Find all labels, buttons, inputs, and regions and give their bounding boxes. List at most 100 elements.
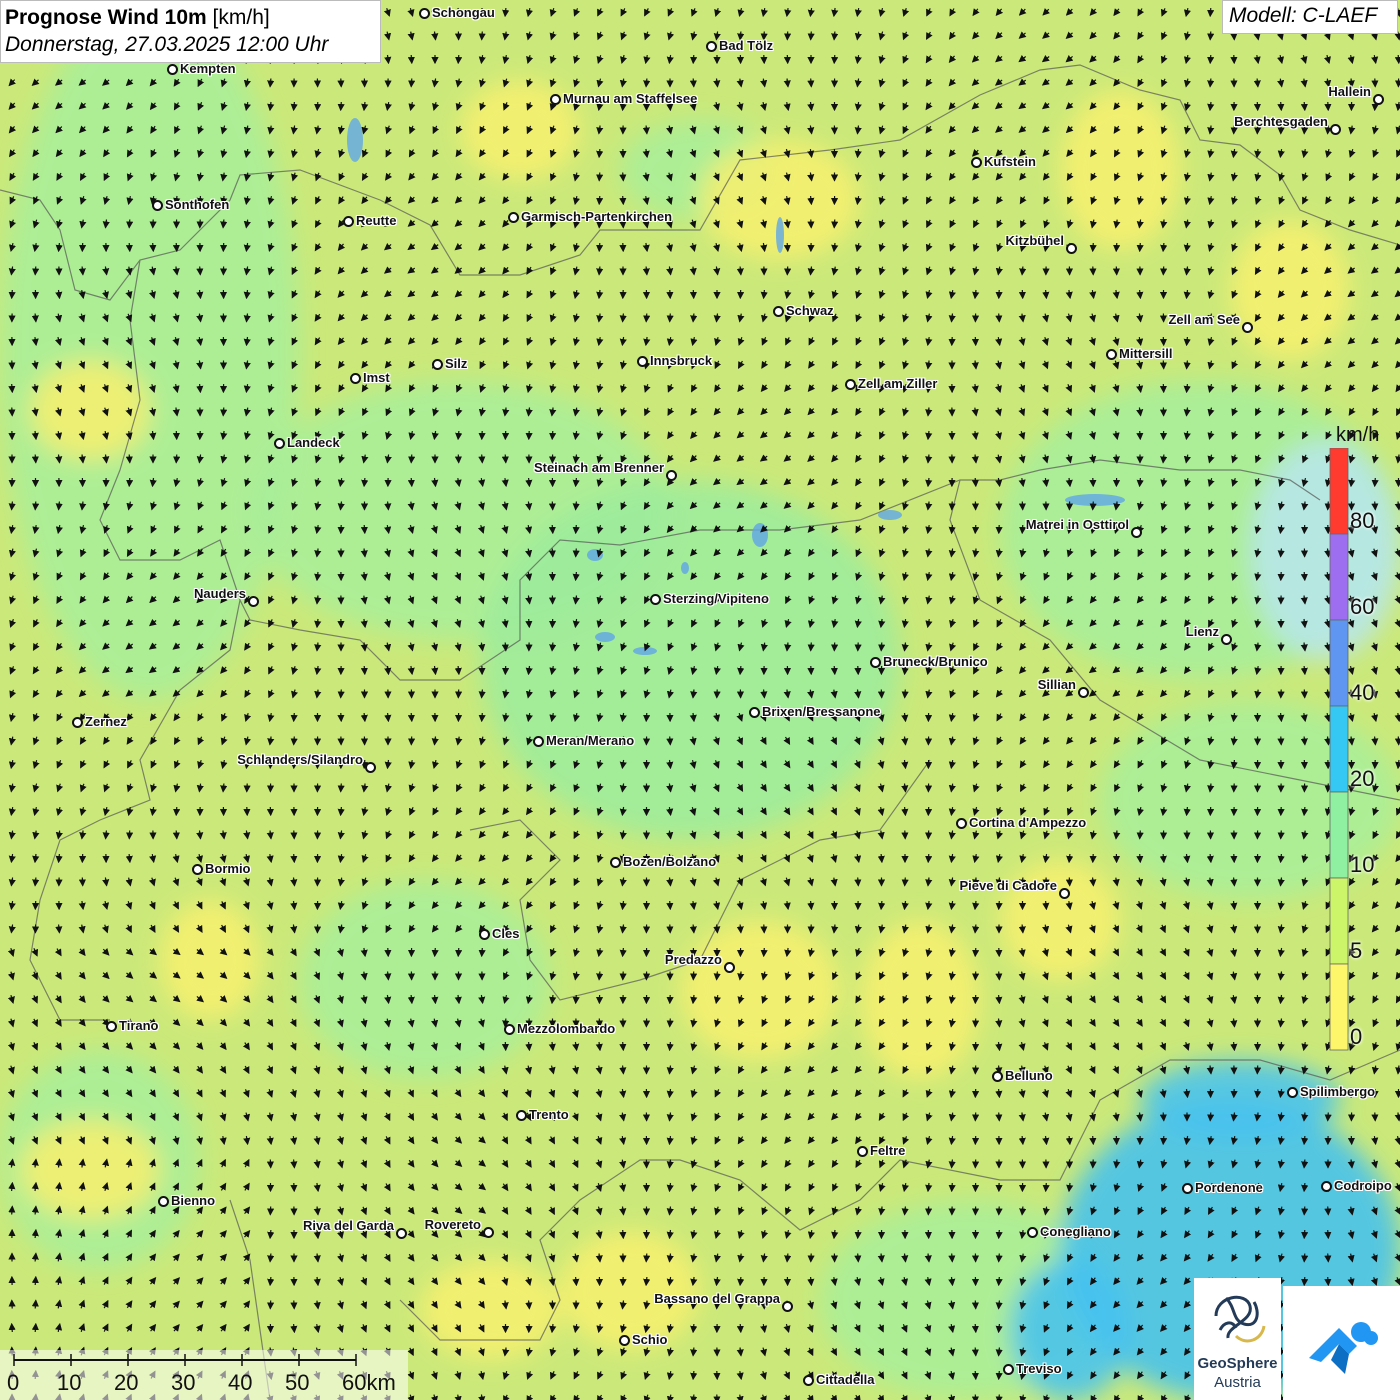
wind-arrow (689, 78, 697, 88)
wind-arrow (572, 571, 580, 582)
city-label: Bormio (205, 861, 251, 876)
wind-arrow (360, 665, 368, 676)
wind-arrow (1301, 1135, 1309, 1146)
wind-arrow (596, 172, 604, 182)
wind-arrow (971, 1347, 979, 1357)
city-marker-icon (1182, 1183, 1193, 1194)
wind-arrow (290, 736, 298, 746)
city-marker-icon (72, 717, 83, 728)
wind-arrow (995, 1253, 1003, 1263)
wind-arrow (1066, 853, 1074, 864)
wind-arrow (854, 877, 862, 887)
city-label: Codroipo (1334, 1178, 1392, 1193)
city-marker-icon (1321, 1181, 1332, 1192)
wind-arrow (1183, 383, 1191, 394)
wind-arrow (643, 1253, 651, 1263)
wind-arrow (1277, 830, 1285, 840)
city-marker-icon (619, 1335, 630, 1346)
wind-arrow (525, 618, 533, 629)
wind-arrow (31, 1252, 39, 1262)
legend-color-segment (1329, 963, 1349, 1051)
wind-arrow (8, 501, 16, 511)
wind-arrow (666, 736, 674, 746)
wind-arrow (360, 712, 368, 723)
wind-arrow (1113, 242, 1121, 253)
wind-arrow (1301, 1159, 1309, 1169)
wind-arrow (736, 924, 744, 934)
wind-arrow (1089, 1135, 1097, 1146)
wind-arrow (1301, 806, 1309, 817)
legend-color-segment (1329, 619, 1349, 707)
wind-arrow (173, 454, 181, 464)
city-marker-icon (479, 929, 490, 940)
city-label: Kempten (180, 61, 236, 76)
city-marker-icon (432, 359, 443, 370)
wind-arrow (760, 289, 768, 300)
wind-arrow (643, 78, 651, 88)
wind-arrow (1183, 336, 1191, 347)
city-marker-icon (666, 470, 677, 481)
city-marker-icon (365, 762, 376, 773)
city-label: Silz (445, 356, 468, 371)
wind-arrow (361, 477, 369, 488)
wind-arrow (1207, 78, 1215, 88)
wind-arrow (619, 1065, 627, 1075)
city-marker-icon (773, 306, 784, 317)
wind-arrow (948, 524, 956, 535)
city-label: Feltre (870, 1143, 906, 1158)
wind-arrow (1136, 477, 1144, 488)
wind-arrow (102, 830, 110, 840)
wind-arrow (925, 853, 933, 864)
city-marker-icon (1330, 124, 1341, 135)
wind-arrow (501, 642, 509, 652)
legend-color-segment (1329, 791, 1349, 879)
wind-arrow (995, 994, 1003, 1005)
wind-arrow (713, 924, 721, 934)
wind-arrow (1160, 1135, 1168, 1146)
wind-arrow (1394, 54, 1400, 65)
city-marker-icon (845, 379, 856, 390)
wind-arrow (548, 548, 556, 558)
legend-color-segment (1329, 877, 1349, 965)
wind-arrow (31, 313, 39, 323)
city-label: Imst (363, 370, 390, 385)
wind-arrow (1300, 665, 1308, 676)
wind-arrow (55, 501, 63, 511)
wind-arrow (431, 994, 439, 1005)
wind-arrow (220, 219, 228, 229)
legend-color-segment (1329, 533, 1349, 621)
app-logo-icon (1309, 1322, 1378, 1374)
wind-arrow (878, 900, 886, 911)
city-marker-icon (192, 864, 203, 875)
wind-arrow (1301, 1206, 1309, 1216)
wind-arrow (1207, 1112, 1215, 1122)
wind-arrow (619, 195, 627, 206)
wind-arrow (267, 1276, 275, 1287)
city-label: Kitzbühel (1005, 233, 1065, 248)
wind-arrow (760, 947, 768, 958)
wind-arrow (689, 924, 697, 934)
wind-arrow (972, 947, 980, 958)
wind-arrow (1324, 1206, 1332, 1216)
wind-arrow (125, 242, 133, 253)
city-label: Belluno (1005, 1068, 1053, 1083)
wind-arrow (478, 947, 486, 958)
map-title: Prognose Wind 10m [km/h] (5, 4, 376, 31)
wind-arrow (1136, 830, 1144, 840)
wind-arrow (55, 853, 63, 864)
wind-arrow (1277, 853, 1285, 864)
wind-arrow (690, 1394, 698, 1400)
city-marker-icon (749, 707, 760, 718)
wind-arrow (220, 407, 228, 417)
wind-arrow (55, 924, 63, 934)
wind-arrow (337, 783, 345, 793)
wind-arrow (337, 806, 345, 817)
wind-arrow (690, 1347, 698, 1357)
city-marker-icon (1242, 322, 1253, 333)
city-marker-icon (971, 157, 982, 168)
wind-arrow (995, 1276, 1003, 1287)
wind-arrow (1019, 524, 1027, 535)
scale-bar: 0 10 20 30 40 50 60km (0, 1350, 408, 1400)
city-label: Bozen/Bolzano (623, 854, 717, 869)
wind-arrow (572, 524, 580, 535)
